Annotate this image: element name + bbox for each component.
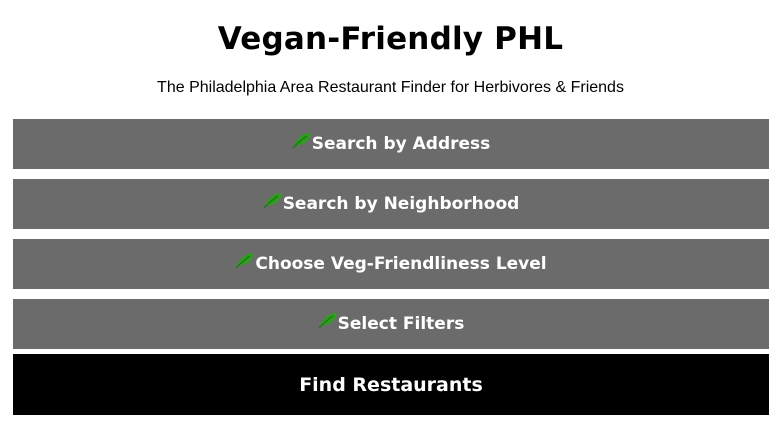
- section-label: Search by Address: [311, 134, 491, 154]
- search-by-address-section[interactable]: Search by Address: [13, 119, 769, 169]
- leaf-icon: [292, 132, 312, 149]
- leaf-icon: [263, 192, 283, 209]
- page-subtitle: The Philadelphia Area Restaurant Finder …: [157, 79, 624, 96]
- leaf-icon: [318, 312, 338, 329]
- section-label: Select Filters: [337, 314, 465, 334]
- section-label: Choose Veg-Friendliness Level: [255, 254, 547, 274]
- search-by-neighborhood-section[interactable]: Search by Neighborhood: [13, 179, 769, 229]
- veg-friendliness-level-section[interactable]: Choose Veg-Friendliness Level: [13, 239, 769, 289]
- section-label: Search by Neighborhood: [282, 194, 520, 214]
- page-title: Vegan-Friendly PHL: [217, 21, 564, 57]
- find-restaurants-button[interactable]: Find Restaurants: [13, 354, 769, 415]
- leaf-icon: [235, 252, 255, 269]
- select-filters-section[interactable]: Select Filters: [13, 299, 769, 349]
